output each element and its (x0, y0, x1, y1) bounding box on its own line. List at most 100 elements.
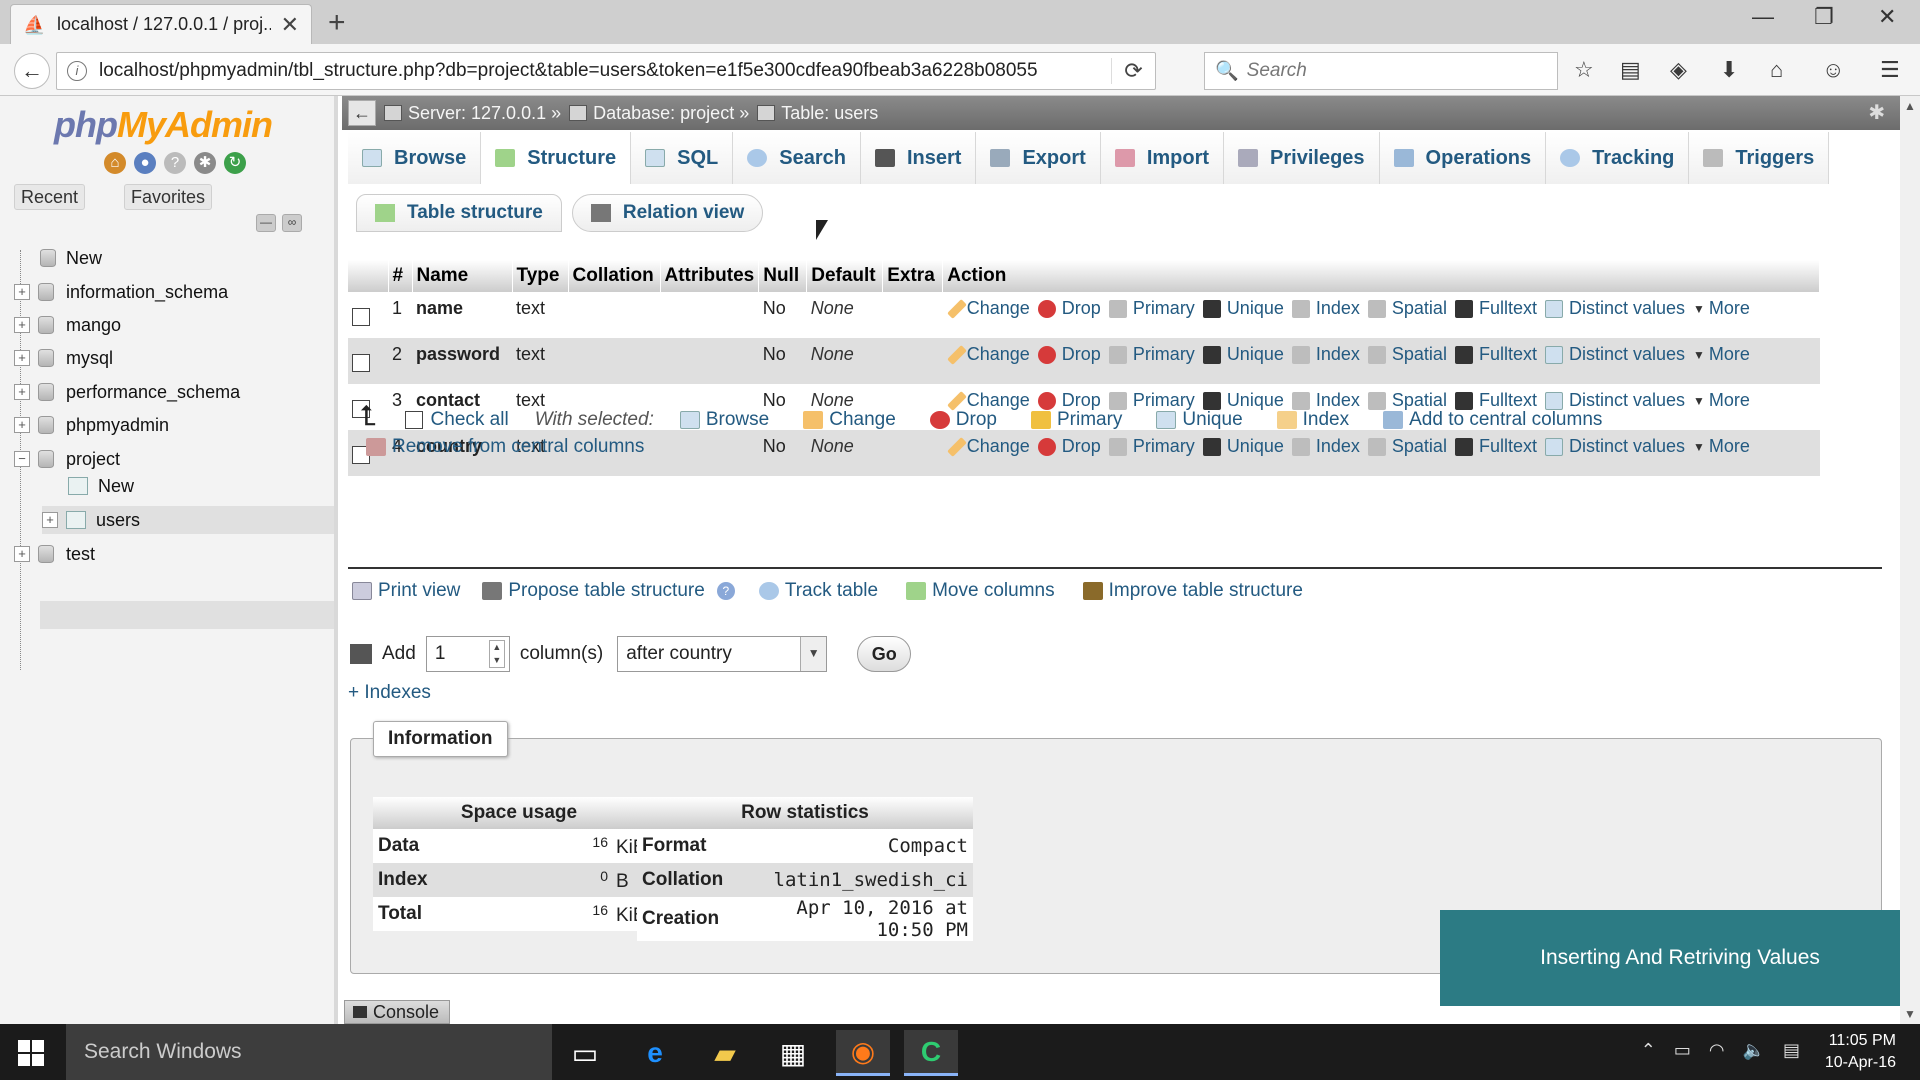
column-name[interactable]: password (412, 338, 512, 384)
tree-item-project-new[interactable]: New (68, 472, 134, 500)
distinct-values-action[interactable]: Distinct values (1544, 298, 1685, 319)
expand-plus-icon[interactable]: + (42, 512, 58, 528)
link-panel-icon[interactable]: ∞ (282, 214, 302, 232)
column-name[interactable]: name (412, 292, 512, 338)
more-action[interactable]: ▼ More (1693, 298, 1750, 319)
tree-item-information-schema[interactable]: + information_schema (14, 278, 228, 306)
scroll-up-icon[interactable]: ▲ (1900, 96, 1920, 116)
expand-plus-icon[interactable]: + (14, 317, 30, 333)
browser-search-input[interactable]: 🔍 Search (1204, 52, 1558, 90)
expand-plus-icon[interactable]: + (14, 350, 30, 366)
tab-import[interactable]: Import (1100, 132, 1225, 184)
bulk-drop-button[interactable]: Drop (929, 409, 997, 431)
volume-icon[interactable]: 🔈 (1743, 1040, 1765, 1061)
index-action[interactable]: Index (1291, 344, 1360, 365)
tab-search[interactable]: Search (733, 132, 861, 184)
page-scrollbar[interactable]: ▲ ▼ (1900, 96, 1920, 1024)
tree-item-test[interactable]: + test (14, 540, 95, 568)
column-position-select[interactable]: after country ▼ (617, 636, 828, 672)
spatial-action[interactable]: Spatial (1367, 298, 1447, 319)
fulltext-action[interactable]: Fulltext (1454, 298, 1537, 319)
page-settings-gear-icon[interactable]: ✱ (1868, 100, 1885, 125)
breadcrumb-table[interactable]: Table: users (757, 103, 878, 124)
unique-action[interactable]: Unique (1202, 298, 1284, 319)
pocket-icon[interactable]: ◈ (1670, 57, 1687, 83)
tree-item-users-row[interactable]: + users (42, 506, 334, 534)
expand-plus-icon[interactable]: + (14, 384, 30, 400)
spatial-action[interactable]: Spatial (1367, 344, 1447, 365)
more-action[interactable]: ▼ More (1693, 344, 1750, 365)
task-view-icon[interactable]: ▭ (558, 1030, 612, 1076)
phpmyadmin-logo[interactable]: phpMyAdmin (54, 104, 273, 146)
expand-plus-icon[interactable]: + (14, 417, 30, 433)
subtab-relation-view[interactable]: Relation view (571, 194, 764, 232)
bulk-remove-central-button[interactable]: Remove from central columns (366, 436, 644, 458)
window-close-icon[interactable]: ✕ (1878, 4, 1896, 30)
indexes-toggle-link[interactable]: + Indexes (348, 682, 431, 704)
check-all-checkbox[interactable] (404, 410, 423, 429)
tree-item-users[interactable] (40, 601, 334, 629)
distinct-values-action[interactable]: Distinct values (1544, 344, 1685, 365)
new-tab-icon[interactable]: + (328, 6, 346, 40)
reload-icon[interactable]: ⟳ (1111, 58, 1155, 84)
go-button[interactable]: Go (857, 636, 912, 672)
change-action[interactable]: Change (946, 344, 1030, 365)
change-action[interactable]: Change (946, 298, 1030, 319)
help-icon[interactable]: ? (716, 582, 735, 600)
column-count-input[interactable]: 1 ▲ ▼ (425, 636, 510, 672)
primary-action[interactable]: Primary (1108, 298, 1195, 319)
breadcrumb-database[interactable]: Database: project » (569, 103, 749, 124)
wifi-icon[interactable]: ◠ (1709, 1040, 1725, 1061)
distinct-values-action[interactable]: Distinct values (1544, 436, 1685, 457)
tree-item-performance-schema[interactable]: + performance_schema (14, 378, 240, 406)
firefox-icon[interactable]: ◉ (836, 1030, 890, 1076)
taskbar-search-box[interactable]: Search Windows (66, 1024, 552, 1080)
docs-icon[interactable]: ? (164, 152, 186, 174)
unique-action[interactable]: Unique (1202, 436, 1284, 457)
file-explorer-icon[interactable]: ▰ (698, 1030, 752, 1076)
drop-action[interactable]: Drop (1037, 344, 1101, 365)
browser-tab[interactable]: ⛵ localhost / 127.0.0.1 / proj... ✕ (10, 4, 312, 44)
tab-export[interactable]: Export (976, 132, 1101, 184)
bulk-browse-button[interactable]: Browse (679, 409, 769, 431)
site-info-icon[interactable]: i (67, 61, 87, 81)
store-icon[interactable]: ▦ (766, 1030, 820, 1076)
favorites-tab[interactable]: Favorites (124, 184, 213, 210)
collapse-minus-icon[interactable]: − (14, 451, 30, 467)
check-all-label[interactable]: Check all (431, 409, 509, 431)
tray-chevron-up-icon[interactable]: ⌃ (1641, 1040, 1656, 1061)
row-checkbox[interactable] (352, 354, 370, 372)
camtasia-icon[interactable]: C (904, 1030, 958, 1076)
bulk-unique-button[interactable]: Unique (1156, 409, 1243, 431)
minimize-icon[interactable]: — (1752, 4, 1774, 30)
download-icon[interactable]: ⬇ (1720, 57, 1738, 83)
taskbar-clock[interactable]: 11:05 PM 10-Apr-16 (1825, 1030, 1896, 1074)
fulltext-action[interactable]: Fulltext (1454, 344, 1537, 365)
tab-browse[interactable]: Browse (348, 132, 482, 184)
restore-icon[interactable]: ❐ (1814, 4, 1834, 30)
tree-item-project[interactable]: − project (14, 445, 120, 473)
print-view-link[interactable]: Print view (352, 580, 460, 602)
notifications-icon[interactable]: ▤ (1783, 1040, 1800, 1061)
col-header-name[interactable]: Name (412, 260, 513, 292)
primary-action[interactable]: Primary (1108, 436, 1195, 457)
address-bar[interactable]: i localhost/phpmyadmin/tbl_structure.php… (56, 52, 1156, 90)
logout-icon[interactable]: ● (134, 152, 156, 174)
tab-tracking[interactable]: Tracking (1546, 132, 1690, 184)
breadcrumb-server[interactable]: Server: 127.0.0.1 » (384, 103, 561, 124)
move-columns-link[interactable]: Move columns (906, 580, 1055, 602)
tree-item-mango[interactable]: + mango (14, 311, 121, 339)
bulk-index-button[interactable]: Index (1276, 409, 1349, 431)
improve-structure-link[interactable]: Improve table structure (1082, 580, 1303, 602)
tab-structure[interactable]: Structure (481, 132, 632, 184)
battery-icon[interactable]: ▭ (1674, 1040, 1691, 1061)
console-toggle[interactable]: Console (344, 1000, 451, 1024)
index-action[interactable]: Index (1291, 436, 1360, 457)
drop-action[interactable]: Drop (1037, 298, 1101, 319)
bookmark-star-icon[interactable]: ☆ (1574, 57, 1594, 83)
windows-start-icon[interactable] (18, 1040, 44, 1066)
home-icon[interactable]: ⌂ (104, 152, 126, 174)
tree-item-mysql[interactable]: + mysql (14, 344, 113, 372)
index-action[interactable]: Index (1291, 298, 1360, 319)
expand-plus-icon[interactable]: + (14, 546, 30, 562)
